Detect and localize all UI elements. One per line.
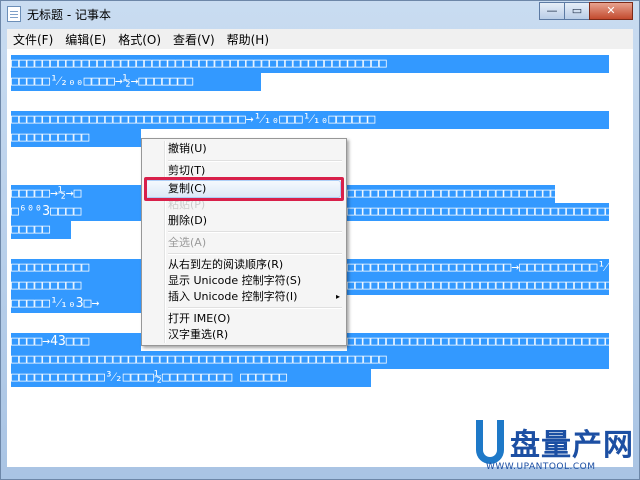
text-line: □□□□□□□□□□□□□□□□□□□□□□□□□□□□□□□□□□□□□□□□… — [347, 185, 555, 203]
menu-delete[interactable]: 删除(D) — [168, 213, 207, 229]
text-line: □□□□□□□□□□□□³⁄₂□□□□½□□□□□□□□□ □□□□□□ — [11, 369, 371, 387]
menu-rtl-reading[interactable]: 从右到左的阅读顺序(R) — [168, 257, 283, 273]
text-line: □□□□□¹⁄₂₀₀□□□□→½→□□□□□□□ — [11, 73, 261, 91]
text-line: □□□□□□□□□□□□□□□□□□□□□□□□□□□□□□□□□□□□□□□□… — [11, 55, 609, 73]
text-line: □□□□□□□□□□□□□□□□□□□□□□□□□□□□□□□□□□□□½□□□… — [347, 333, 609, 351]
maximize-button[interactable]: ▭ — [564, 2, 590, 20]
menu-view[interactable]: 查看(V) — [167, 31, 221, 48]
minimize-button[interactable]: — — [539, 2, 565, 20]
window-title: 无标题 - 记事本 — [27, 8, 111, 22]
text-line: □□□□□→½→□ — [11, 185, 141, 203]
notepad-icon — [7, 6, 21, 22]
menu-help[interactable]: 帮助(H) — [221, 31, 275, 48]
menu-reconversion[interactable]: 汉字重选(R) — [168, 327, 228, 343]
menu-edit[interactable]: 编辑(E) — [59, 31, 112, 48]
text-line: □□□□□□□□□□ — [11, 129, 141, 147]
text-line: □□□□→43□□□ — [11, 333, 141, 351]
text-line: □□□□□□□□□ — [11, 277, 141, 295]
text-line: □□□□□¹⁄₁₀3□→ — [11, 295, 141, 313]
text-line: □□□□□□□□□□□□□□□□□□□□□□□□□□□□□□□□□□□□□□□□… — [11, 351, 609, 369]
menu-separator — [168, 307, 342, 309]
text-line: □□□□□□□□□□□□□□□□□□□□□□□□□□□□□□→¹⁄₁₀□□□¹⁄… — [11, 111, 609, 129]
u-logo-icon — [476, 420, 504, 464]
menu-bar: 文件(F) 编辑(E) 格式(O) 查看(V) 帮助(H) — [7, 29, 633, 49]
menu-separator — [168, 231, 342, 233]
menu-undo[interactable]: 撤销(U) — [168, 141, 207, 157]
watermark-url: WWW.UPANTOOL.COM — [486, 462, 596, 472]
close-button[interactable]: ✕ — [589, 2, 633, 20]
text-line: □□□□□□□□□□□□□□□□□□□□□□□□□□□□□□□□□□□□□□□□… — [347, 203, 609, 221]
text-line: □□□□□ — [11, 221, 71, 239]
copy-highlight-box — [144, 177, 344, 201]
menu-select-all[interactable]: 全选(A) — [168, 235, 206, 251]
menu-format[interactable]: 格式(O) — [112, 31, 167, 48]
submenu-arrow-icon: ▸ — [335, 292, 340, 301]
menu-file[interactable]: 文件(F) — [7, 31, 59, 48]
menu-insert-unicode[interactable]: 插入 Unicode 控制字符(I) — [168, 289, 297, 305]
text-line: □□□□□□□□□□ — [11, 259, 141, 277]
caption-buttons: — ▭ ✕ — [539, 2, 633, 20]
title-bar[interactable]: 无标题 - 记事本 — ▭ ✕ — [1, 1, 639, 27]
context-menu: 撤销(U) 剪切(T) 复制(C) 粘贴(P) 删除(D) 全选(A) 从右到左… — [141, 138, 347, 346]
menu-separator — [168, 160, 342, 162]
menu-open-ime[interactable]: 打开 IME(O) — [168, 311, 230, 327]
text-line: □□□□□□□□□□□□□□□□□□□□□□□□□□□□□□□□□□□□□□□□… — [347, 277, 609, 295]
text-line: □⁶⁰⁰3□□□□ — [11, 203, 141, 221]
menu-show-unicode[interactable]: 显示 Unicode 控制字符(S) — [168, 273, 301, 289]
watermark-brand: 盘量产网 — [510, 428, 634, 463]
menu-separator — [168, 253, 342, 255]
watermark-logo: 盘量产网 WWW.UPANTOOL.COM — [476, 420, 636, 476]
text-line: □□□□□□□□□□□□□□□□□□□□□→□□□□□□□□□□¹⁄₁₀₀□□□… — [347, 259, 609, 277]
